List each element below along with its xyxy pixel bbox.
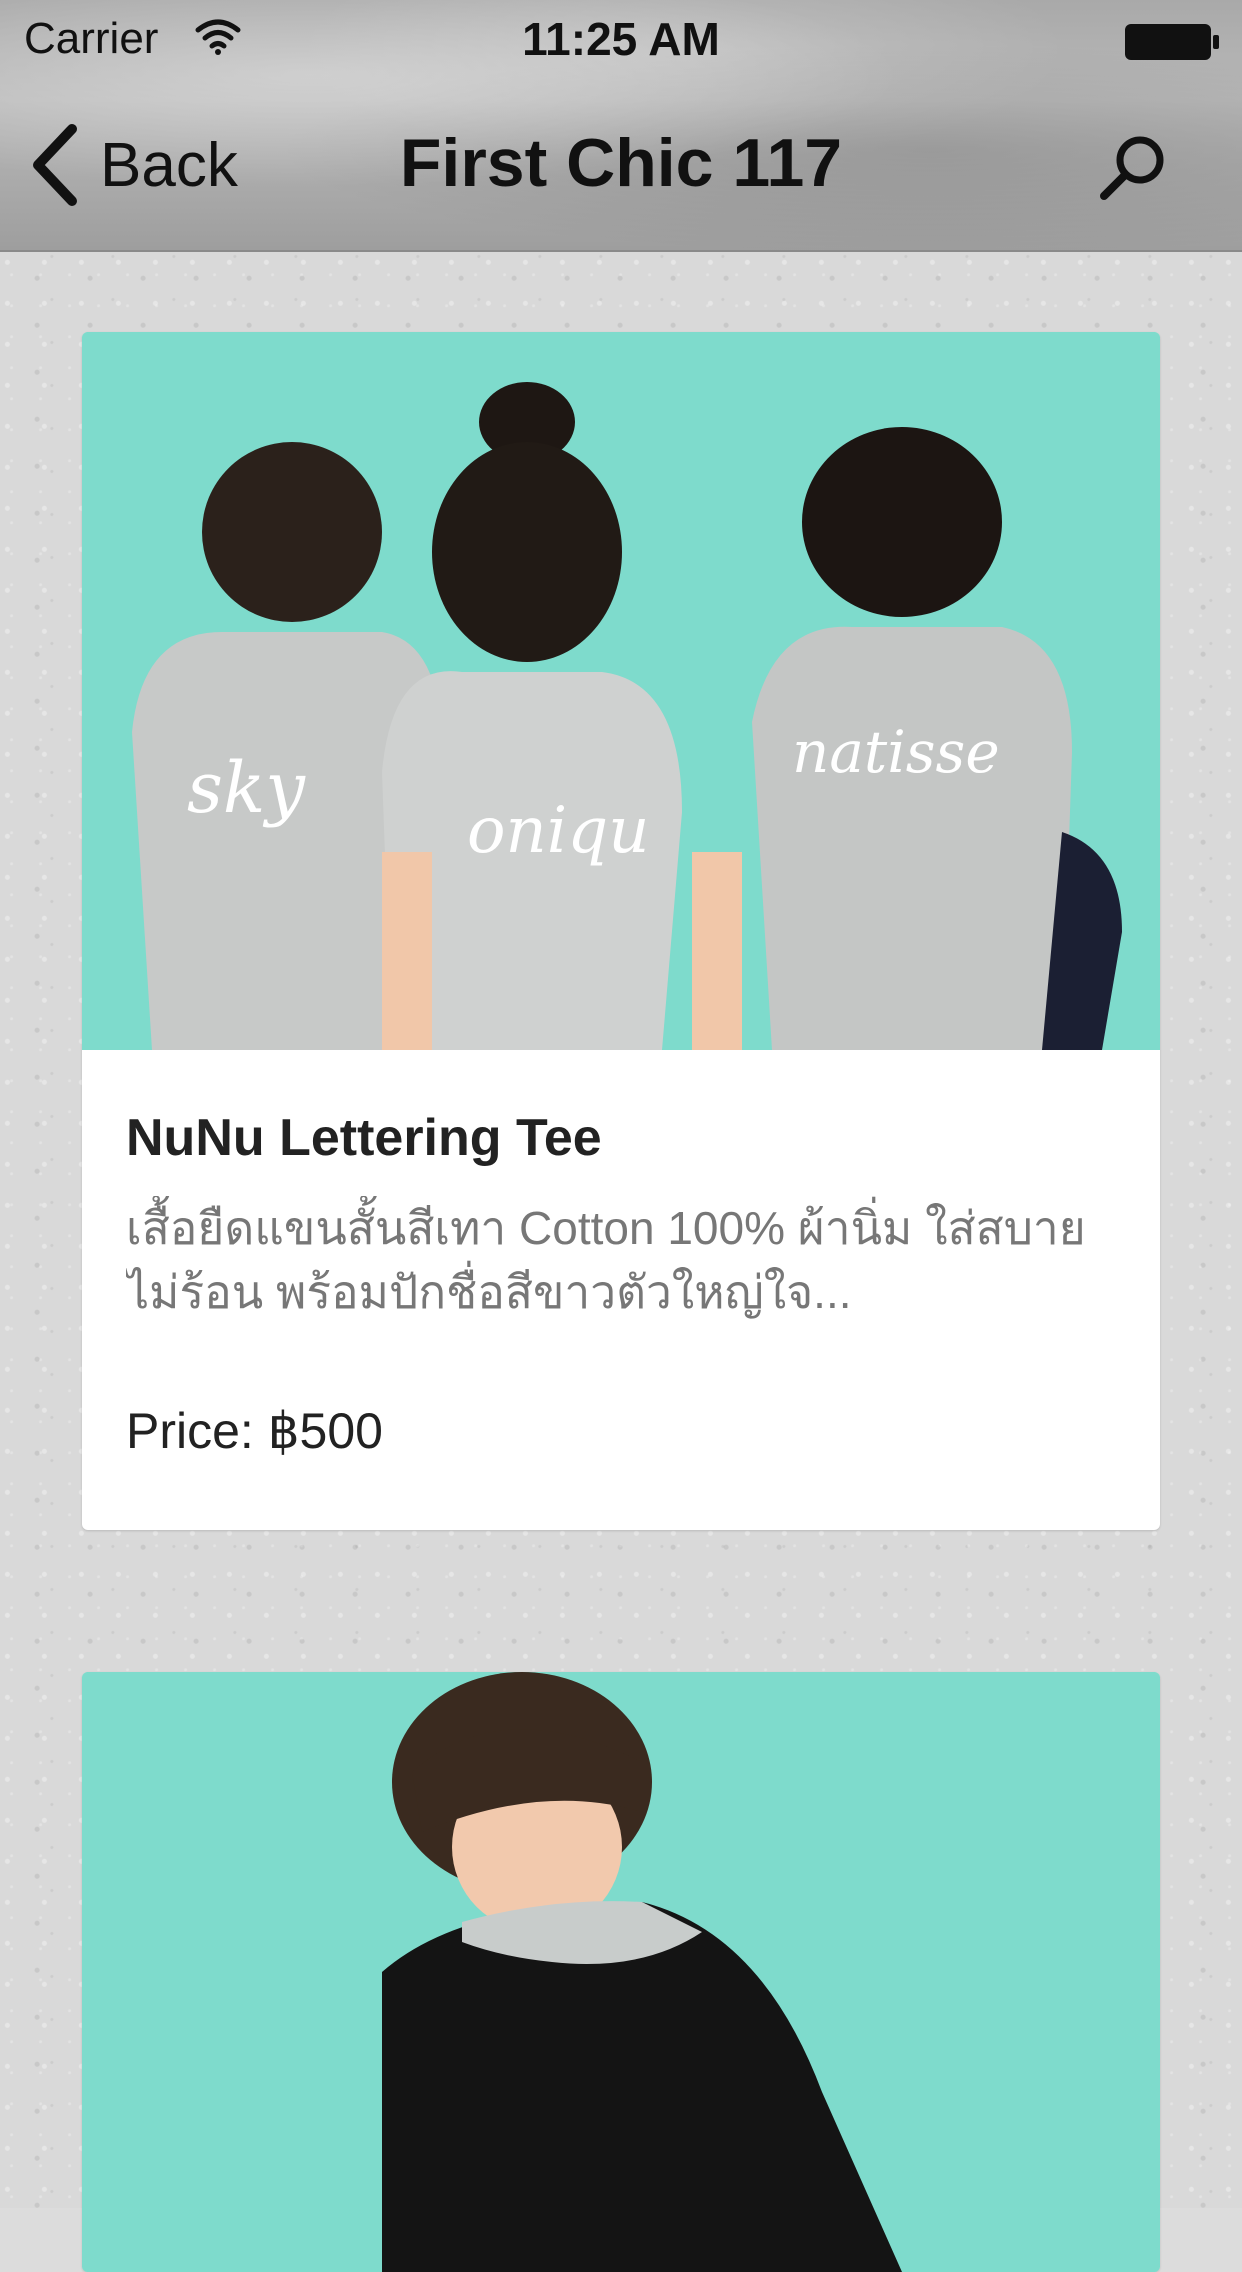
product-image[interactable]: sky oniqu natisse <box>82 332 1160 1050</box>
navigation-bar: Back First Chic 117 <box>0 84 1242 250</box>
product-photo: sky oniqu natisse <box>82 332 1160 1050</box>
page-title: First Chic 117 <box>399 125 843 201</box>
product-card[interactable] <box>82 1672 1160 2272</box>
product-name: NuNu Lettering Tee <box>126 1109 602 1167</box>
battery-icon <box>1125 24 1219 60</box>
shirt-text-right: natisse <box>792 718 1000 786</box>
product-image[interactable] <box>82 1672 1160 2272</box>
product-description: เสื้อยืดแขนสั้นสีเทา Cotton 100% ผ้านิ่ม… <box>126 1202 1086 1318</box>
product-card[interactable]: sky oniqu natisse NuNu Lettering Tee เสื… <box>82 332 1160 1530</box>
product-price: Price: ฿500 <box>126 1403 383 1459</box>
status-bar: Carrier 11:25 AM <box>0 0 1242 84</box>
search-icon[interactable] <box>1092 128 1172 208</box>
product-photo <box>82 1672 1160 2272</box>
header: Carrier 11:25 AM Back First Chic 117 <box>0 0 1242 252</box>
shirt-text-middle: oniqu <box>467 794 649 868</box>
status-time: 11:25 AM <box>522 13 720 65</box>
product-card-body: NuNu Lettering Tee เสื้อยืดแขนสั้นสีเทา … <box>82 1108 1160 1460</box>
shirt-text-sky: sky <box>187 747 306 829</box>
